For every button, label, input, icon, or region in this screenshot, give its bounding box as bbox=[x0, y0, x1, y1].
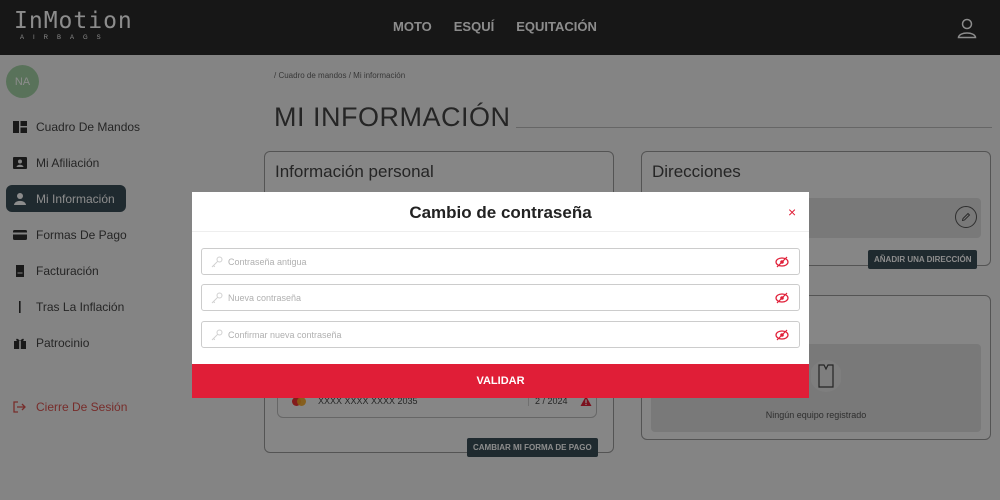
key-icon bbox=[211, 329, 223, 340]
confirm-password-input[interactable] bbox=[228, 329, 768, 340]
eye-slash-icon[interactable] bbox=[775, 329, 789, 341]
change-password-modal: Cambio de contraseña × VALIDAR bbox=[192, 192, 809, 398]
old-password-field bbox=[201, 248, 800, 275]
new-password-input[interactable] bbox=[228, 292, 768, 303]
old-password-input[interactable] bbox=[228, 256, 768, 267]
close-icon[interactable]: × bbox=[788, 204, 796, 220]
modal-divider bbox=[192, 231, 809, 232]
validate-button[interactable]: VALIDAR bbox=[192, 364, 809, 398]
key-icon bbox=[211, 292, 223, 303]
eye-slash-icon[interactable] bbox=[775, 256, 789, 268]
modal-title: Cambio de contraseña bbox=[409, 203, 592, 222]
key-icon bbox=[211, 256, 223, 267]
new-password-field bbox=[201, 284, 800, 311]
eye-slash-icon[interactable] bbox=[775, 292, 789, 304]
confirm-password-field bbox=[201, 321, 800, 348]
